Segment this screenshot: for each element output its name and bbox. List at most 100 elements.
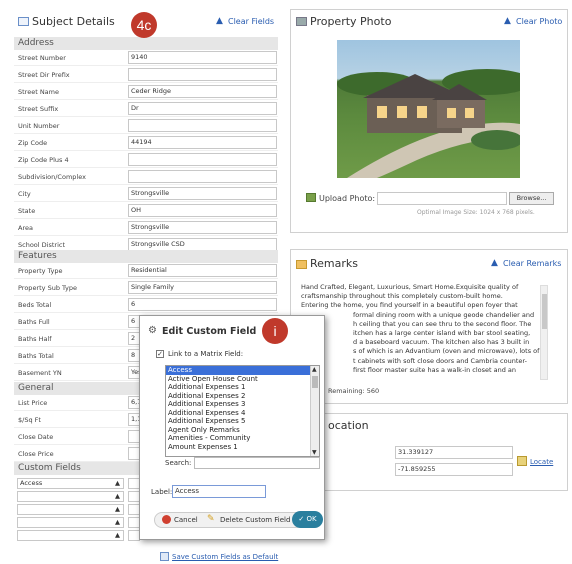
field-row: Beds Total 6 [14,297,278,313]
field-input[interactable]: Single Family [128,281,277,294]
delete-custom-field-button[interactable]: Delete Custom Field [220,516,290,524]
remarks-line: formal dining room with a unique geode c… [353,310,535,319]
remarks-panel-title: Remarks [310,257,358,270]
field-label: Zip Code [18,139,48,147]
clear-photo-icon[interactable]: ▲ [504,16,511,26]
field-input[interactable] [128,170,277,183]
field-label: City [18,190,31,198]
callout-badge-i: i [262,318,288,344]
field-label: Baths Total [18,352,54,360]
remarks-line: Hand Crafted, Elegant, Luxurious, Smart … [301,283,519,291]
scrollbar-thumb[interactable] [312,376,318,388]
edit-custom-field-dialog: ⚙ Edit Custom Field ✓ Link to a Matrix F… [139,315,325,540]
search-input[interactable] [194,457,320,469]
listbox-option[interactable]: Amenities - Community [166,434,319,443]
field-label: Close Date [18,433,54,441]
field-input[interactable] [128,68,277,81]
clear-remarks-link[interactable]: Clear Remarks [503,259,561,268]
custom-field-row[interactable]: ▲ [17,504,124,515]
link-matrix-label: Link to a Matrix Field: [168,350,244,358]
link-checkbox[interactable]: ✓ [156,350,164,358]
field-label: Baths Full [18,318,50,326]
listbox-option[interactable]: Access [166,366,319,375]
remarks-line: t cabinets with soft close doors and Cam… [353,356,527,365]
remaining-count: Remaining: 560 [328,387,380,395]
listbox-scrollbar[interactable]: ▲ ▼ [310,366,319,456]
listbox-option[interactable]: Additional Expenses 5 [166,417,319,426]
field-input[interactable]: Ceder Ridge [128,85,277,98]
field-label: Street Name [18,88,59,96]
field-label: $/Sq Ft [18,416,41,424]
listbox-option[interactable]: Additional Expenses 4 [166,409,319,418]
field-row: Zip Code 44194 [14,135,278,151]
listbox-option[interactable]: Active Open House Count [166,375,319,384]
save-icon [160,552,169,561]
field-input[interactable]: OH [128,204,277,217]
scrollbar-thumb[interactable] [542,294,547,329]
field-row: Subdivision/Complex [14,169,278,185]
remarks-line: Entering the home, you find yourself in … [301,301,518,310]
field-input[interactable]: 6 [128,298,277,311]
browse-button[interactable]: Browse... [509,192,554,205]
arrow-down-icon[interactable]: ▼ [312,449,317,456]
matrix-field-listbox[interactable]: Access Active Open House Count Additional … [165,365,320,457]
cancel-label[interactable]: Cancel [174,516,198,524]
custom-field-row[interactable]: Access ▲ [17,478,124,489]
field-row: Street Name Ceder Ridge [14,84,278,100]
remarks-line: first floor master suite has a walk-in c… [353,365,517,374]
latitude-input[interactable]: 31.339127 [395,446,513,459]
clear-fields-icon[interactable]: ▲ [216,16,223,26]
clear-photo-link[interactable]: Clear Photo [516,17,562,26]
arrow-up-icon[interactable]: ▲ [312,366,317,373]
field-label: State [18,207,36,215]
locate-link[interactable]: Locate [530,458,553,466]
field-input[interactable] [128,153,277,166]
field-input[interactable]: Dr [128,102,277,115]
clear-fields-link[interactable]: Clear Fields [228,17,274,26]
field-label: Beds Total [18,301,52,309]
check-icon: ✓ [298,515,305,523]
listbox-option[interactable]: Amount Expenses 1 [166,443,319,452]
custom-field-row[interactable]: ▲ [17,491,124,502]
custom-field-row[interactable]: ▲ [17,530,124,541]
photo-icon [296,17,307,26]
field-input[interactable]: Strongsville [128,221,277,234]
ok-button[interactable]: ✓ OK [292,511,323,528]
field-label: Unit Number [18,122,60,130]
field-label: Zip Code Plus 4 [18,156,69,164]
save-custom-fields-default-link[interactable]: Save Custom Fields as Default [172,553,278,561]
field-input[interactable]: Strongsville [128,187,277,200]
custom-field-name: Access [20,479,43,487]
clear-remarks-icon[interactable]: ▲ [491,258,498,268]
custom-field-row[interactable]: ▲ [17,517,124,528]
field-label: List Price [18,399,48,407]
upload-photo-label: Upload Photo: [319,194,376,203]
remarks-scrollbar[interactable] [540,285,548,380]
field-input[interactable]: 9140 [128,51,277,64]
location-panel-title: ocation [328,419,369,432]
field-input[interactable] [128,119,277,132]
listbox-option[interactable]: Additional Expenses 2 [166,392,319,401]
field-label: Subdivision/Complex [18,173,86,181]
remarks-textarea[interactable]: Hand Crafted, Elegant, Luxurious, Smart … [301,283,551,381]
field-label: Property Sub Type [18,284,77,292]
field-input[interactable]: Residential [128,264,277,277]
property-photo [337,40,520,178]
longitude-input[interactable]: -71.859255 [395,463,513,476]
label-label: Label: [151,488,173,496]
arrow-up-icon: ▲ [115,518,120,526]
arrow-up-icon: ▲ [115,531,120,539]
listbox-option[interactable]: Agent Only Remarks [166,426,319,435]
label-input[interactable]: Access [172,485,266,498]
field-row: Street Suffix Dr [14,101,278,117]
locate-icon [517,456,527,466]
field-row: Unit Number [14,118,278,134]
listbox-option[interactable]: Additional Expenses 1 [166,383,319,392]
field-input[interactable]: 44194 [128,136,277,149]
listbox-option[interactable]: Additional Expenses 3 [166,400,319,409]
upload-photo-input[interactable] [377,192,507,205]
section-features: Features [14,250,278,263]
field-label: Street Dir Prefix [18,71,70,79]
field-label: Baths Half [18,335,52,343]
photo-panel-title: Property Photo [310,15,392,28]
